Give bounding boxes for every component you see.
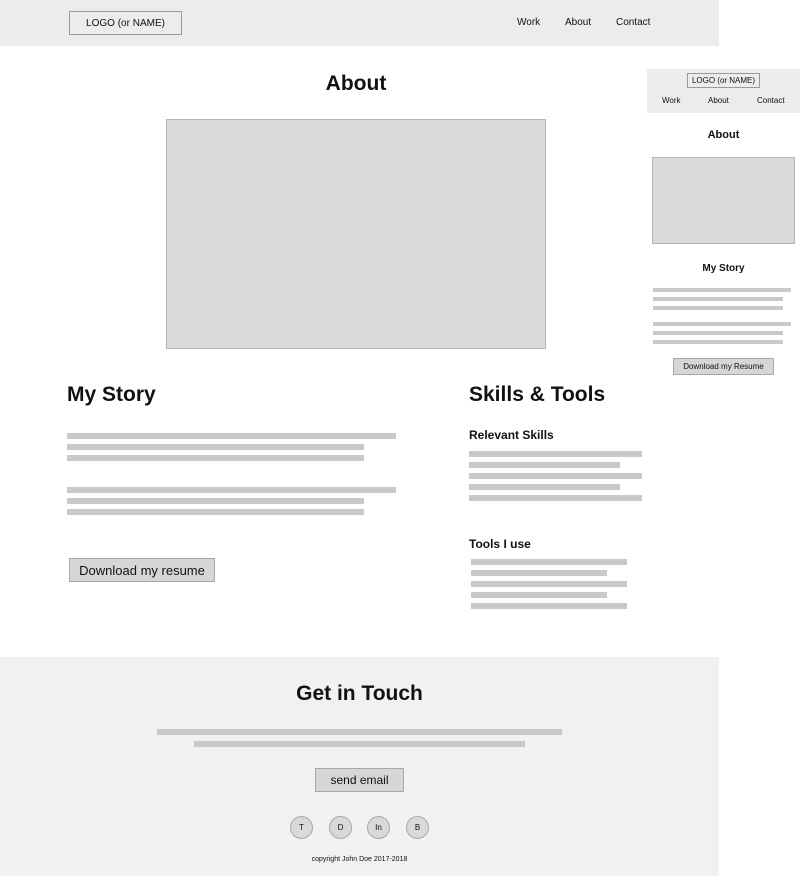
logo[interactable]: LOGO (or NAME) (69, 11, 182, 35)
copyright-text: copyright John Doe 2017-2018 (311, 856, 408, 863)
skills-heading: Skills & Tools (469, 383, 606, 406)
story-heading: My Story (67, 383, 156, 406)
mobile-nav-contact[interactable]: Contact (757, 96, 785, 105)
social-behance-icon[interactable]: B (406, 816, 429, 839)
social-linkedin-icon[interactable]: In (367, 816, 390, 839)
tools-heading: Tools I use (469, 537, 531, 551)
mobile-nav-about[interactable]: About (708, 96, 729, 105)
page-title: About (325, 72, 387, 95)
nav-about[interactable]: About (565, 17, 591, 28)
nav-contact[interactable]: Contact (616, 17, 650, 28)
mobile-nav-work[interactable]: Work (662, 96, 681, 105)
relevant-skills-heading: Relevant Skills (469, 428, 554, 442)
download-resume-button[interactable]: Download my resume (69, 558, 215, 582)
mobile-logo[interactable]: LOGO (or NAME) (687, 73, 760, 88)
mobile-download-resume-button[interactable]: Download my Resume (673, 358, 774, 375)
social-twitter-icon[interactable]: T (290, 816, 313, 839)
social-dribbble-icon[interactable]: D (329, 816, 352, 839)
contact-heading: Get in Touch (296, 682, 423, 705)
mobile-story-heading: My Story (702, 263, 745, 274)
nav-work[interactable]: Work (517, 17, 540, 28)
mobile-page-title: About (707, 129, 740, 141)
mobile-image-placeholder (652, 157, 795, 244)
hero-image-placeholder (166, 119, 546, 349)
send-email-button[interactable]: send email (315, 768, 404, 792)
